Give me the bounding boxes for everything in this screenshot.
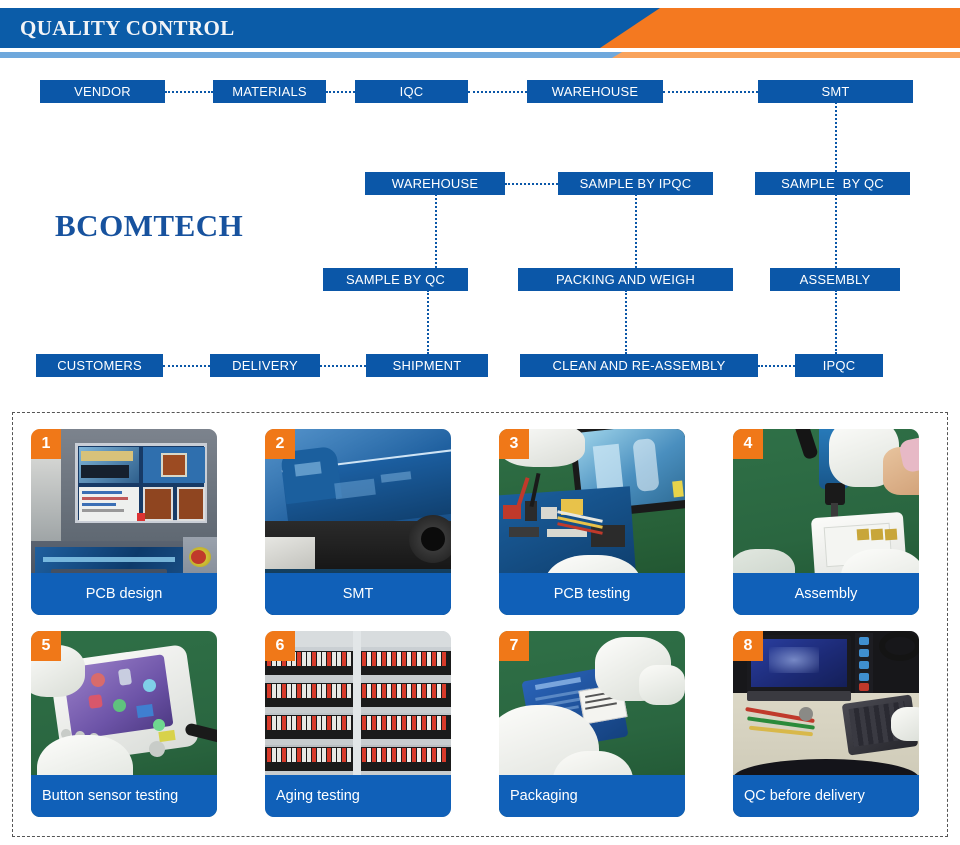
- process-gallery-grid: 1 PCB design 2 SMT 3 PCB testing 4 Assembly 5 But…: [13, 413, 947, 836]
- process-card[interactable]: 1 PCB design: [31, 429, 217, 615]
- flow-connector-vertical: [427, 290, 429, 354]
- flow-node-shipment: SHIPMENT: [366, 354, 488, 377]
- flow-node-warehouse: WAREHOUSE: [365, 172, 505, 195]
- flow-node-warehouse: WAREHOUSE: [527, 80, 663, 103]
- flow-connector-horizontal: [163, 365, 210, 367]
- process-step-badge: 3: [499, 429, 529, 459]
- process-card[interactable]: 7 Packaging: [499, 631, 685, 817]
- flow-node-vendor: VENDOR: [40, 80, 165, 103]
- flow-node-assembly: ASSEMBLY: [770, 268, 900, 291]
- process-card[interactable]: 5 Button sensor testing: [31, 631, 217, 817]
- flow-connector-horizontal: [758, 365, 795, 367]
- flow-node-sample-by-ipqc: SAMPLE BY IPQC: [558, 172, 713, 195]
- flow-connector-horizontal: [505, 183, 558, 185]
- process-step-badge: 7: [499, 631, 529, 661]
- flow-connector-horizontal: [663, 91, 758, 93]
- process-step-badge: 4: [733, 429, 763, 459]
- flow-connector-horizontal: [468, 91, 527, 93]
- process-card-caption: PCB design: [31, 573, 217, 615]
- process-gallery-container: 1 PCB design 2 SMT 3 PCB testing 4 Assembly 5 But…: [12, 412, 948, 837]
- process-card[interactable]: 8 QC before delivery: [733, 631, 919, 817]
- process-step-badge: 5: [31, 631, 61, 661]
- flow-node-packing-and-weigh: PACKING AND WEIGH: [518, 268, 733, 291]
- flow-connector-horizontal: [320, 365, 366, 367]
- process-card[interactable]: 6 Aging testing: [265, 631, 451, 817]
- process-card-caption: Button sensor testing: [31, 775, 217, 817]
- flow-node-materials: MATERIALS: [213, 80, 326, 103]
- process-card-caption: Assembly: [733, 573, 919, 615]
- process-step-badge: 6: [265, 631, 295, 661]
- flow-node-ipqc: IPQC: [795, 354, 883, 377]
- company-logo: BCOMTECH: [55, 208, 244, 243]
- flow-node-sample-by-qc: SAMPLE BY QC: [755, 172, 910, 195]
- flow-node-sample-by-qc: SAMPLE BY QC: [323, 268, 468, 291]
- process-card[interactable]: 4 Assembly: [733, 429, 919, 615]
- flow-node-smt: SMT: [758, 80, 913, 103]
- flow-connector-horizontal: [165, 91, 213, 93]
- flow-node-iqc: IQC: [355, 80, 468, 103]
- process-card-caption: Packaging: [499, 775, 685, 817]
- process-card[interactable]: 3 PCB testing: [499, 429, 685, 615]
- process-card-caption: QC before delivery: [733, 775, 919, 817]
- process-card-caption: Aging testing: [265, 775, 451, 817]
- quality-control-flowchart: VENDOR MATERIALS IQC WAREHOUSE SMT WAREHOUSE S…: [0, 0, 960, 400]
- flow-connector-vertical: [625, 290, 627, 354]
- flow-connector-vertical: [835, 102, 837, 172]
- flow-connector-vertical: [635, 194, 637, 268]
- process-step-badge: 2: [265, 429, 295, 459]
- flow-connector-horizontal: [326, 91, 355, 93]
- process-step-badge: 1: [31, 429, 61, 459]
- flow-node-delivery: DELIVERY: [210, 354, 320, 377]
- flow-node-clean-and-re-assembly: CLEAN AND RE-ASSEMBLY: [520, 354, 758, 377]
- flow-connector-vertical: [435, 194, 437, 268]
- flow-connector-vertical: [835, 194, 837, 268]
- flow-node-customers: CUSTOMERS: [36, 354, 163, 377]
- process-card[interactable]: 2 SMT: [265, 429, 451, 615]
- process-card-caption: SMT: [265, 573, 451, 615]
- quality-control-page: QUALITY CONTROL VENDOR MATERIALS IQC WAREHO…: [0, 0, 960, 845]
- flow-connector-vertical: [835, 290, 837, 354]
- process-step-badge: 8: [733, 631, 763, 661]
- process-card-caption: PCB testing: [499, 573, 685, 615]
